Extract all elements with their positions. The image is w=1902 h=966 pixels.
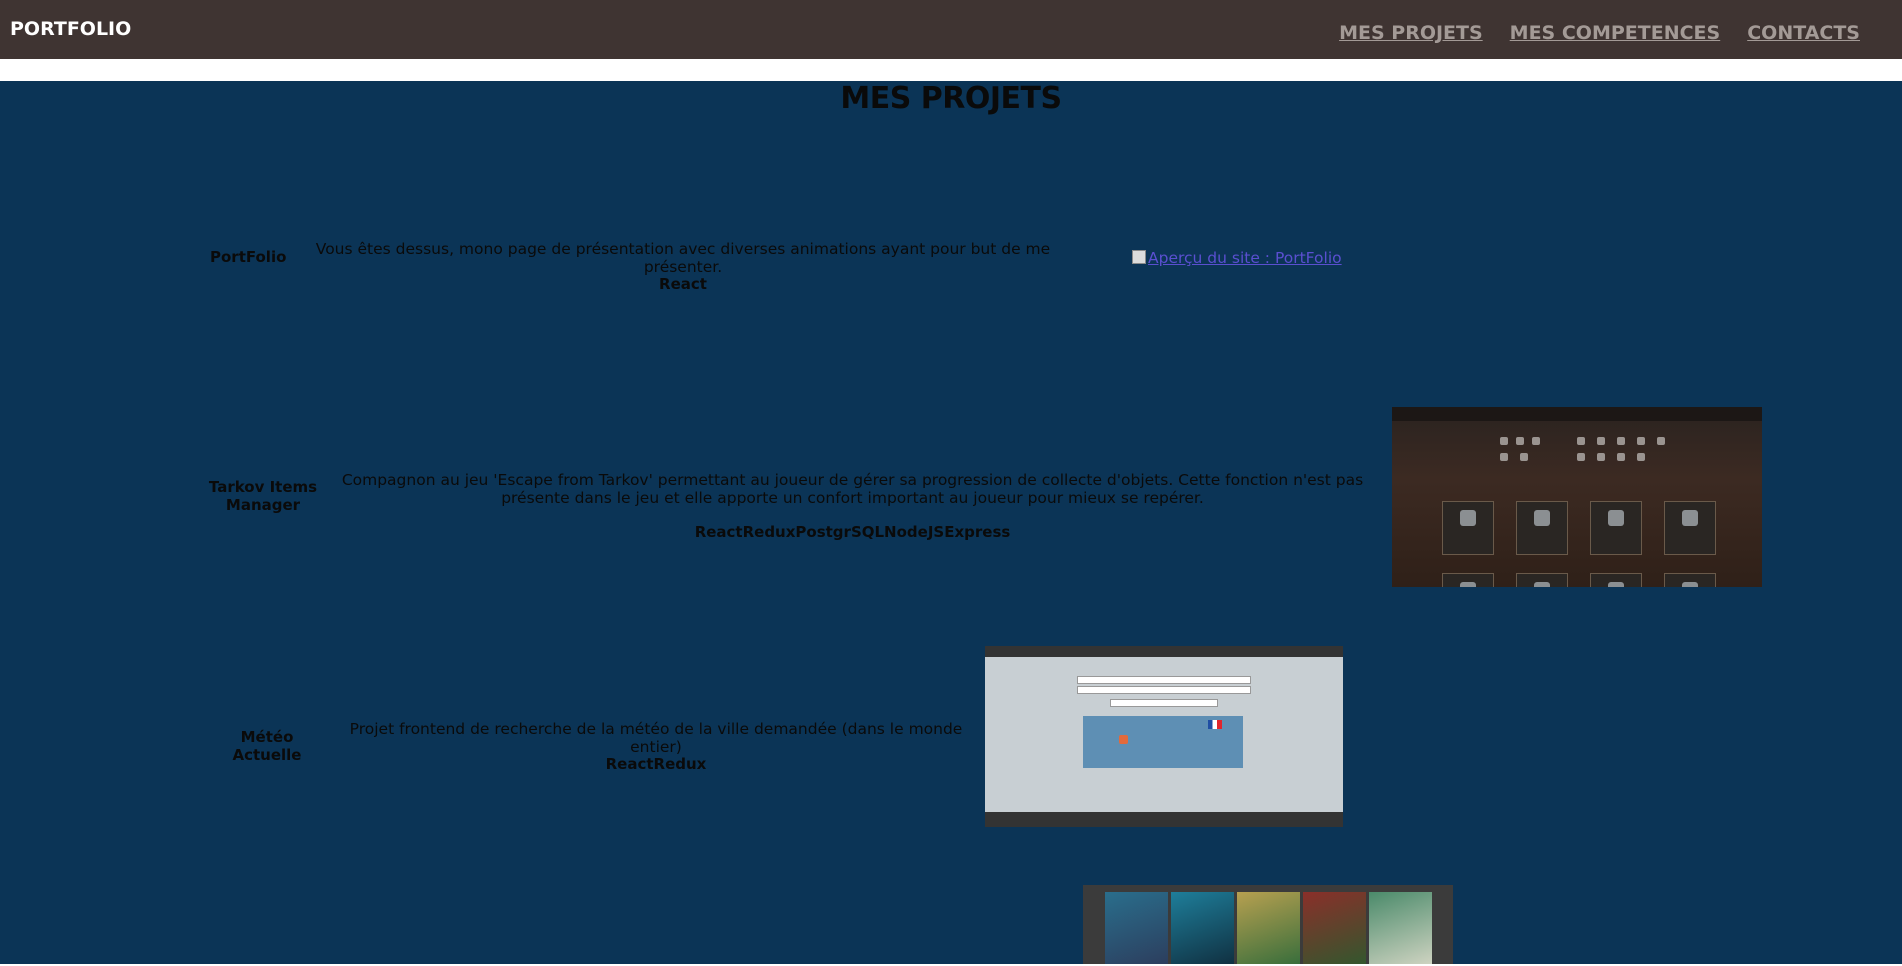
project-description: Vous êtes dessus, mono page de présentat… [315,240,1051,276]
tool-icon [1617,453,1625,461]
project-screenshot-meteo[interactable] [985,646,1343,827]
top-header: PORTFOLIO MES PROJETS MES COMPETENCES CO… [0,0,1902,59]
item-card [1590,573,1642,587]
france-flag-icon [1208,720,1222,729]
project-tech: ReactRedux [605,755,707,773]
tool-icon [1500,453,1508,461]
tool-icon [1617,437,1625,445]
comic-panel [1369,892,1432,965]
item-card [1516,573,1568,587]
project-description: Projet frontend de recherche de la météo… [349,720,963,756]
screenshot-toolbar [1392,407,1762,421]
screenshot-button [1110,699,1218,707]
tool-icon [1597,437,1605,445]
screenshot-input [1077,676,1251,684]
comic-panel [1171,892,1234,965]
project-tech: React [659,275,707,293]
project-name: PortFolio [210,248,287,266]
tool-icon [1532,437,1540,445]
brand-logo[interactable]: PORTFOLIO [10,18,131,40]
item-card [1516,501,1568,555]
item-card [1590,501,1642,555]
broken-image-icon [1132,250,1146,264]
screenshot-footer [985,812,1343,827]
nav-link-contacts[interactable]: CONTACTS [1747,22,1860,44]
nav-link-competences[interactable]: MES COMPETENCES [1510,22,1721,44]
project-name: Tarkov Items Manager [208,478,318,514]
nav-link-projets[interactable]: MES PROJETS [1339,22,1483,44]
section-title: MES PROJETS [840,81,1062,116]
item-card [1442,501,1494,555]
screenshot-input [1077,686,1251,694]
tool-icon [1657,437,1665,445]
tool-icon [1577,437,1585,445]
project-tech: ReactReduxPostgrSQLNodeJSExpress [694,523,1011,541]
comic-panel [1303,892,1366,965]
tool-icon [1637,437,1645,445]
tool-icon [1597,453,1605,461]
comic-panel [1105,892,1168,965]
screenshot-topbar [985,646,1343,657]
main-nav: MES PROJETS MES COMPETENCES CONTACTS [1339,22,1860,44]
project-description: Compagnon au jeu 'Escape from Tarkov' pe… [341,471,1364,507]
project-image-link[interactable]: Aperçu du site : PortFolio [1132,249,1342,267]
tool-icon [1637,453,1645,461]
tool-icon [1516,437,1524,445]
weather-icon [1119,735,1128,744]
project-name: Météo Actuelle [232,728,302,764]
projects-section: MES PROJETS PortFolio Vous êtes dessus, … [0,81,1902,965]
item-card [1664,501,1716,555]
tool-icon [1500,437,1508,445]
project-screenshot-tarkov[interactable] [1392,407,1762,587]
item-card [1442,573,1494,587]
image-alt-text: Aperçu du site : PortFolio [1148,249,1342,267]
tool-icon [1577,453,1585,461]
tool-icon [1520,453,1528,461]
project-screenshot-comics[interactable] [1083,885,1453,965]
comic-panel [1237,892,1300,965]
item-card [1664,573,1716,587]
